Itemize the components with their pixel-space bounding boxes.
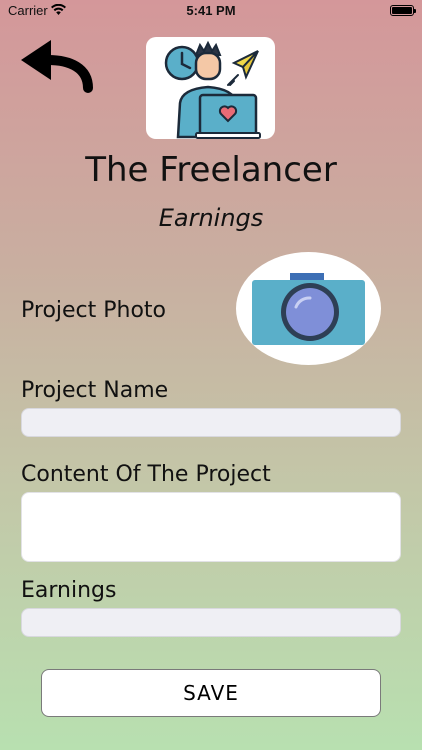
project-name-label: Project Name bbox=[21, 378, 169, 403]
project-content-label: Content Of The Project bbox=[21, 462, 271, 487]
project-photo-button[interactable] bbox=[236, 252, 381, 365]
status-time: 5:41 PM bbox=[186, 3, 236, 18]
back-button[interactable] bbox=[18, 38, 94, 94]
earnings-label: Earnings bbox=[21, 578, 117, 603]
app-title: The Freelancer bbox=[85, 150, 337, 190]
project-name-input[interactable] bbox=[21, 408, 401, 437]
earnings-input[interactable] bbox=[21, 608, 401, 637]
freelancer-logo bbox=[164, 40, 261, 139]
back-arrow-icon bbox=[21, 40, 93, 93]
status-bar: Carrier 5:41 PM bbox=[0, 0, 422, 22]
app-logo bbox=[146, 37, 275, 139]
battery-icon bbox=[390, 5, 416, 16]
save-button[interactable]: SAVE bbox=[41, 669, 381, 717]
camera-icon bbox=[252, 273, 365, 345]
page-subtitle: Earnings bbox=[158, 204, 264, 232]
project-content-input[interactable] bbox=[21, 492, 401, 562]
project-photo-label: Project Photo bbox=[21, 298, 167, 323]
